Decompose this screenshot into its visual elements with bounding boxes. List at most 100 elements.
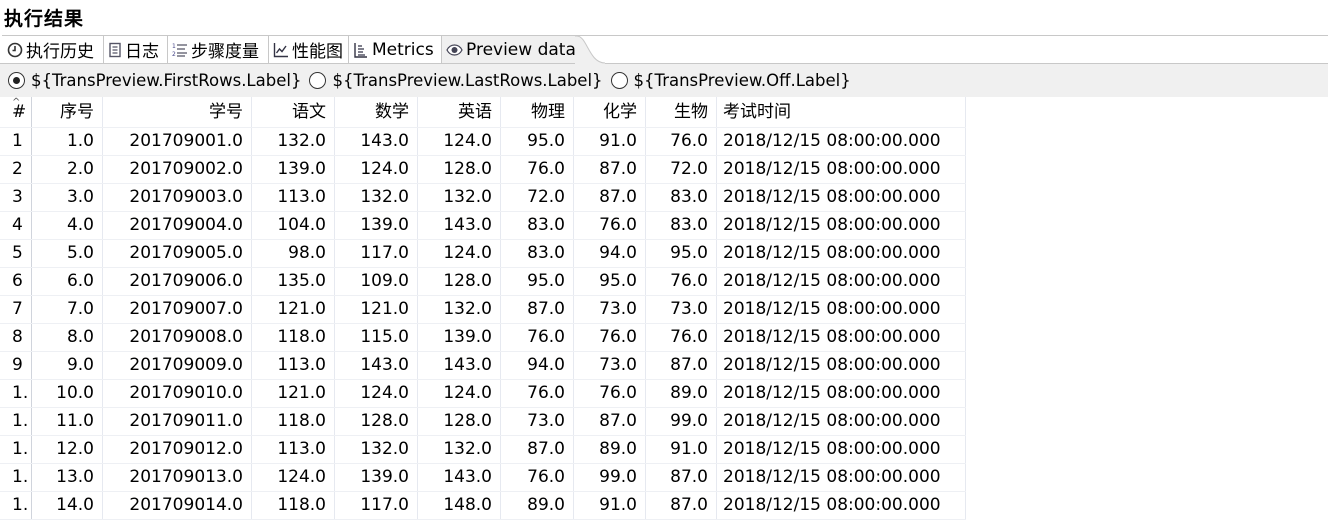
table-cell: 2018/12/15 08:00:00.000 — [717, 408, 966, 435]
table-cell: 132.0 — [418, 436, 501, 463]
table-cell: 139.0 — [252, 156, 335, 183]
table-row[interactable]: 1. 12.0 201709012.0 113.0 132.0 132.0 87.0 89.0… — [0, 436, 966, 464]
table-cell: 73.0 — [646, 296, 717, 323]
table-cell: 9.0 — [32, 352, 103, 379]
table-cell: 11.0 — [32, 408, 103, 435]
table-cell: 6 — [0, 268, 32, 295]
table-row[interactable]: 9 9.0 201709009.0 113.0 143.0 143.0 94.0 73.0 87… — [0, 352, 966, 380]
table-cell: 124.0 — [335, 380, 418, 407]
table-cell: 2018/12/15 08:00:00.000 — [717, 324, 966, 351]
radio-button[interactable] — [610, 72, 628, 89]
table-cell: 201709011.0 — [103, 408, 252, 435]
table-row[interactable]: 7 7.0 201709007.0 121.0 121.0 132.0 87.0 73.0 73… — [0, 296, 966, 324]
table-row[interactable]: 8 8.0 201709008.0 118.0 115.0 139.0 76.0 76.0 76… — [0, 324, 966, 352]
table-cell: 76.0 — [646, 268, 717, 295]
table-cell: 118.0 — [252, 408, 335, 435]
panel-title: 执行结果 — [4, 8, 85, 30]
svg-text:2: 2 — [172, 51, 176, 58]
table-cell: 1. — [0, 464, 32, 491]
table-row[interactable]: 3 3.0 201709003.0 113.0 132.0 132.0 72.0 87.0 83… — [0, 184, 966, 212]
tab-label: 性能图 — [292, 42, 343, 62]
column-header[interactable]: 数学 — [335, 97, 418, 127]
sort-indicator-icon: ^ — [12, 97, 21, 108]
table-cell: 73.0 — [574, 296, 646, 323]
table-row[interactable]: 5 5.0 201709005.0 98.0 117.0 124.0 83.0 94.0 95.… — [0, 240, 966, 268]
column-header[interactable]: 序号 — [32, 97, 103, 127]
table-cell: 121.0 — [252, 380, 335, 407]
table-cell: 201709003.0 — [103, 184, 252, 211]
table-cell: 8 — [0, 324, 32, 351]
table-cell: 143.0 — [418, 212, 501, 239]
table-cell: 76.0 — [574, 212, 646, 239]
table-cell: 1. — [0, 408, 32, 435]
table-cell: 128.0 — [418, 268, 501, 295]
table-row[interactable]: 1. 14.0 201709014.0 118.0 117.0 148.0 89.0 91.0… — [0, 492, 966, 520]
table-cell: 143.0 — [335, 352, 418, 379]
table-cell: 2018/12/15 08:00:00.000 — [717, 380, 966, 407]
table-cell: 87.0 — [501, 436, 574, 463]
column-header[interactable]: 考试时间 — [717, 97, 966, 127]
table-cell: 201709006.0 — [103, 268, 252, 295]
tab-log[interactable]: 日志 — [104, 36, 168, 63]
column-header[interactable]: # ^ — [0, 97, 32, 127]
table-cell: 2018/12/15 08:00:00.000 — [717, 464, 966, 491]
column-header[interactable]: 生物 — [646, 97, 717, 127]
table-row[interactable]: 1. 13.0 201709013.0 124.0 139.0 143.0 76.0 99.0… — [0, 464, 966, 492]
table-cell: 87.0 — [501, 296, 574, 323]
tab-preview-data[interactable]: Preview data — [442, 36, 577, 63]
table-cell: 87.0 — [574, 408, 646, 435]
table-cell: 89.0 — [574, 436, 646, 463]
table-cell: 143.0 — [418, 352, 501, 379]
radio-button[interactable] — [309, 72, 327, 89]
table-row[interactable]: 1. 11.0 201709011.0 118.0 128.0 128.0 73.0 87.0… — [0, 408, 966, 436]
table-cell: 1.0 — [32, 128, 103, 155]
tab-label: 步骤度量 — [191, 42, 259, 62]
radio-first-rows[interactable]: ${TransPreview.FirstRows.Label} — [8, 71, 301, 90]
tab-execution-history[interactable]: 执行历史 — [3, 36, 104, 63]
table-cell: 13.0 — [32, 464, 103, 491]
table-row[interactable]: 6 6.0 201709006.0 135.0 109.0 128.0 95.0 95.0 76… — [0, 268, 966, 296]
table-cell: 201709004.0 — [103, 212, 252, 239]
column-header[interactable]: 学号 — [103, 97, 252, 127]
tab-step-metrics[interactable]: 12 步骤度量 — [168, 36, 269, 63]
radio-label: ${TransPreview.LastRows.Label} — [332, 71, 603, 90]
radio-last-rows[interactable]: ${TransPreview.LastRows.Label} — [309, 71, 603, 90]
table-cell: 5 — [0, 240, 32, 267]
table-cell: 2018/12/15 08:00:00.000 — [717, 212, 966, 239]
table-cell: 2.0 — [32, 156, 103, 183]
table-cell: 3.0 — [32, 184, 103, 211]
column-header[interactable]: 语文 — [252, 97, 335, 127]
table-cell: 83.0 — [646, 184, 717, 211]
table-row[interactable]: 1. 10.0 201709010.0 121.0 124.0 124.0 76.0 76.0… — [0, 380, 966, 408]
table-cell: 139.0 — [335, 212, 418, 239]
table-cell: 91.0 — [574, 128, 646, 155]
table-cell: 2018/12/15 08:00:00.000 — [717, 352, 966, 379]
column-header[interactable]: 化学 — [574, 97, 646, 127]
table-cell: 139.0 — [335, 464, 418, 491]
radio-off[interactable]: ${TransPreview.Off.Label} — [610, 71, 851, 90]
tab-label: Preview data — [466, 39, 576, 60]
column-header[interactable]: 英语 — [418, 97, 501, 127]
table-row[interactable]: 1 1.0 201709001.0 132.0 143.0 124.0 95.0 91.0 76… — [0, 128, 966, 156]
table-row[interactable]: 4 4.0 201709004.0 104.0 139.0 143.0 83.0 76.0 83… — [0, 212, 966, 240]
tab-performance-chart[interactable]: 性能图 — [269, 36, 349, 63]
radio-button[interactable] — [8, 72, 25, 89]
table-row[interactable]: 2 2.0 201709002.0 139.0 124.0 128.0 76.0 87.0 72… — [0, 156, 966, 184]
table-cell: 128.0 — [335, 408, 418, 435]
table-cell: 76.0 — [501, 464, 574, 491]
table-cell: 87.0 — [646, 464, 717, 491]
table-cell: 2018/12/15 08:00:00.000 — [717, 184, 966, 211]
table-cell: 128.0 — [418, 156, 501, 183]
table-cell: 135.0 — [252, 268, 335, 295]
list-numbered-icon: 12 — [172, 43, 187, 58]
table-cell: 99.0 — [574, 464, 646, 491]
table-cell: 5.0 — [32, 240, 103, 267]
clock-icon — [7, 42, 23, 57]
radio-label: ${TransPreview.FirstRows.Label} — [31, 71, 302, 90]
table-cell: 98.0 — [252, 240, 335, 267]
table-cell: 83.0 — [501, 212, 574, 239]
column-header[interactable]: 物理 — [501, 97, 574, 127]
table-cell: 2018/12/15 08:00:00.000 — [717, 156, 966, 183]
table-cell: 95.0 — [501, 268, 574, 295]
tab-metrics[interactable]: Metrics — [349, 36, 442, 63]
